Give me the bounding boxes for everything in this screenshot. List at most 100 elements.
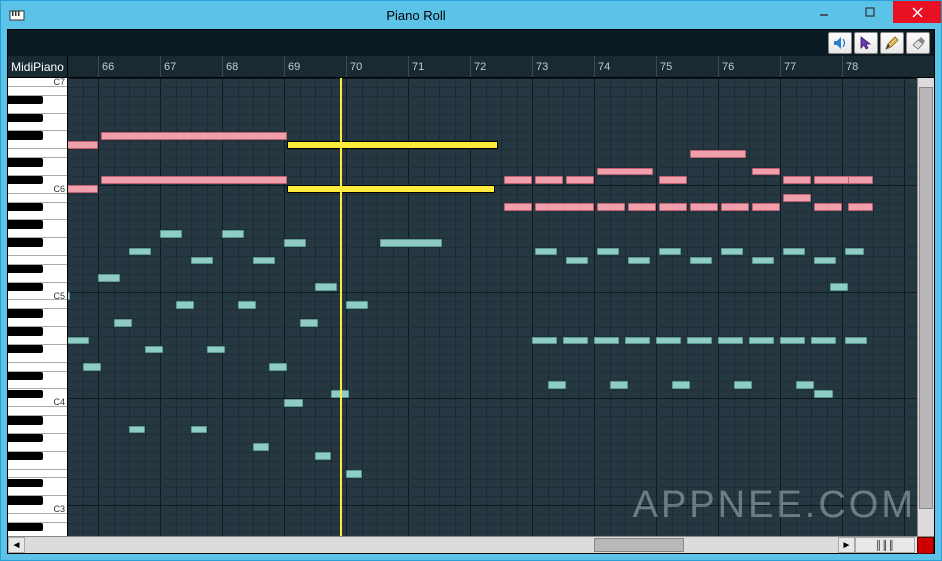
- white-key[interactable]: [8, 318, 67, 327]
- midi-note[interactable]: [659, 203, 687, 211]
- piano-keyboard[interactable]: C7C6C5C4C3: [8, 78, 68, 536]
- playhead[interactable]: [340, 78, 342, 536]
- white-key[interactable]: [8, 301, 67, 310]
- midi-note[interactable]: [563, 337, 588, 345]
- midi-note[interactable]: [68, 292, 70, 300]
- black-key[interactable]: [8, 452, 43, 460]
- vertical-scrollbar[interactable]: [917, 78, 934, 536]
- white-key[interactable]: [8, 354, 67, 363]
- midi-note[interactable]: [690, 150, 746, 158]
- midi-note[interactable]: [346, 301, 368, 309]
- midi-note[interactable]: [628, 203, 656, 211]
- white-key[interactable]: [8, 167, 67, 176]
- white-key[interactable]: [8, 87, 67, 96]
- midi-note[interactable]: [811, 337, 836, 345]
- midi-note[interactable]: [783, 176, 811, 184]
- white-key[interactable]: [8, 194, 67, 203]
- midi-note[interactable]: [814, 390, 833, 398]
- midi-note[interactable]: [845, 248, 864, 256]
- black-key[interactable]: [8, 434, 43, 442]
- black-key[interactable]: [8, 523, 43, 531]
- close-button[interactable]: [893, 1, 941, 23]
- arrow-icon[interactable]: [854, 32, 878, 54]
- midi-note[interactable]: [284, 399, 303, 407]
- midi-note[interactable]: [380, 239, 442, 247]
- speaker-icon[interactable]: [828, 32, 852, 54]
- midi-note[interactable]: [848, 203, 873, 211]
- black-key[interactable]: [8, 114, 43, 122]
- midi-note[interactable]: [610, 381, 629, 389]
- midi-note[interactable]: [222, 230, 244, 238]
- midi-note[interactable]: [814, 257, 836, 265]
- midi-note[interactable]: [783, 248, 805, 256]
- midi-note[interactable]: [207, 346, 226, 354]
- midi-note[interactable]: [597, 248, 619, 256]
- white-key[interactable]: C7: [8, 78, 67, 87]
- h-scroll-thumb[interactable]: [594, 538, 683, 552]
- midi-note[interactable]: [721, 248, 743, 256]
- midi-note[interactable]: [535, 203, 594, 211]
- black-key[interactable]: [8, 416, 43, 424]
- white-key[interactable]: [8, 381, 67, 390]
- black-key[interactable]: [8, 203, 43, 211]
- midi-note[interactable]: [300, 319, 319, 327]
- note-grid[interactable]: [68, 78, 934, 536]
- scroll-left-button[interactable]: ◄: [8, 537, 25, 553]
- midi-note[interactable]: [752, 168, 780, 176]
- black-key[interactable]: [8, 96, 43, 104]
- midi-note[interactable]: [532, 337, 557, 345]
- midi-note[interactable]: [129, 248, 151, 256]
- black-key[interactable]: [8, 390, 43, 398]
- midi-note[interactable]: [68, 141, 98, 149]
- white-key[interactable]: [8, 461, 67, 470]
- midi-note[interactable]: [114, 319, 133, 327]
- black-key[interactable]: [8, 345, 43, 353]
- midi-note[interactable]: [749, 337, 774, 345]
- horizontal-scrollbar[interactable]: [25, 537, 838, 553]
- white-key[interactable]: [8, 487, 67, 496]
- midi-note[interactable]: [253, 443, 269, 451]
- midi-note[interactable]: [752, 203, 780, 211]
- white-key[interactable]: C6: [8, 185, 67, 194]
- midi-note[interactable]: [566, 257, 588, 265]
- midi-note[interactable]: [796, 381, 815, 389]
- midi-note[interactable]: [594, 337, 619, 345]
- v-scroll-thumb[interactable]: [919, 87, 933, 508]
- midi-note[interactable]: [83, 363, 102, 371]
- black-key[interactable]: [8, 238, 43, 246]
- midi-note[interactable]: [504, 203, 532, 211]
- midi-note[interactable]: [504, 176, 532, 184]
- midi-note[interactable]: [548, 381, 567, 389]
- midi-note[interactable]: [814, 203, 842, 211]
- black-key[interactable]: [8, 309, 43, 317]
- midi-note[interactable]: [597, 168, 653, 176]
- midi-note[interactable]: [848, 176, 873, 184]
- midi-note[interactable]: [191, 426, 207, 434]
- eraser-icon[interactable]: [906, 32, 930, 54]
- midi-note[interactable]: [253, 257, 275, 265]
- black-key[interactable]: [8, 265, 43, 273]
- black-key[interactable]: [8, 131, 43, 139]
- white-key[interactable]: [8, 229, 67, 238]
- black-key[interactable]: [8, 496, 43, 504]
- midi-note[interactable]: [783, 194, 811, 202]
- scroll-right-button[interactable]: ►: [838, 537, 855, 553]
- midi-note[interactable]: [238, 301, 257, 309]
- record-button[interactable]: [917, 537, 934, 554]
- white-key[interactable]: [8, 443, 67, 452]
- titlebar[interactable]: Piano Roll: [1, 1, 941, 29]
- midi-note[interactable]: [68, 337, 89, 345]
- black-key[interactable]: [8, 479, 43, 487]
- midi-note[interactable]: [101, 132, 287, 140]
- minimize-button[interactable]: [801, 1, 847, 23]
- midi-note[interactable]: [145, 346, 164, 354]
- midi-note[interactable]: [628, 257, 650, 265]
- midi-note[interactable]: [287, 185, 495, 193]
- midi-note[interactable]: [315, 452, 331, 460]
- midi-note[interactable]: [656, 337, 681, 345]
- midi-note[interactable]: [845, 337, 867, 345]
- black-key[interactable]: [8, 283, 43, 291]
- track-label[interactable]: MidiPiano: [8, 56, 68, 78]
- midi-note[interactable]: [191, 257, 213, 265]
- white-key[interactable]: [8, 247, 67, 256]
